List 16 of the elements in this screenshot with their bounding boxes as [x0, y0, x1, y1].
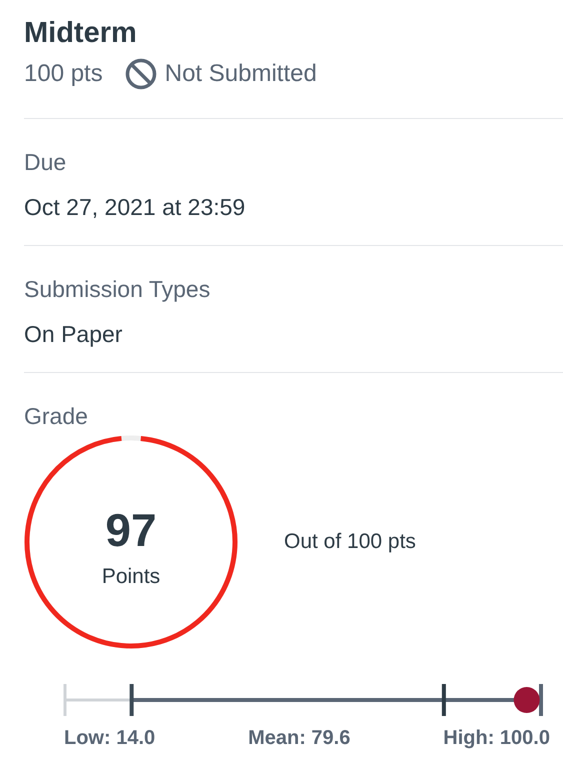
- section-label: Due: [24, 148, 68, 177]
- section-value: Oct 27, 2021 at 23:59: [24, 193, 246, 222]
- assignment-title: Midterm: [24, 16, 138, 51]
- status-text: Not Submitted: [164, 60, 317, 88]
- score-value: 97: [105, 505, 157, 555]
- grade-label: Grade: [24, 402, 89, 431]
- score-unit: Points: [102, 565, 160, 589]
- out-of-text: Out of 100 pts: [284, 530, 416, 554]
- points-text: 100 pts: [24, 60, 103, 88]
- scale-start-tick: [64, 684, 66, 716]
- statistic-label: Low: 14.0: [64, 727, 156, 750]
- section-label: Submission Types: [24, 275, 212, 304]
- not-submitted-icon: [124, 58, 157, 90]
- statistic-label: High: 100.0: [443, 727, 550, 750]
- section-value: On Paper: [24, 320, 124, 349]
- statistic-label: Mean: 79.6: [248, 727, 350, 750]
